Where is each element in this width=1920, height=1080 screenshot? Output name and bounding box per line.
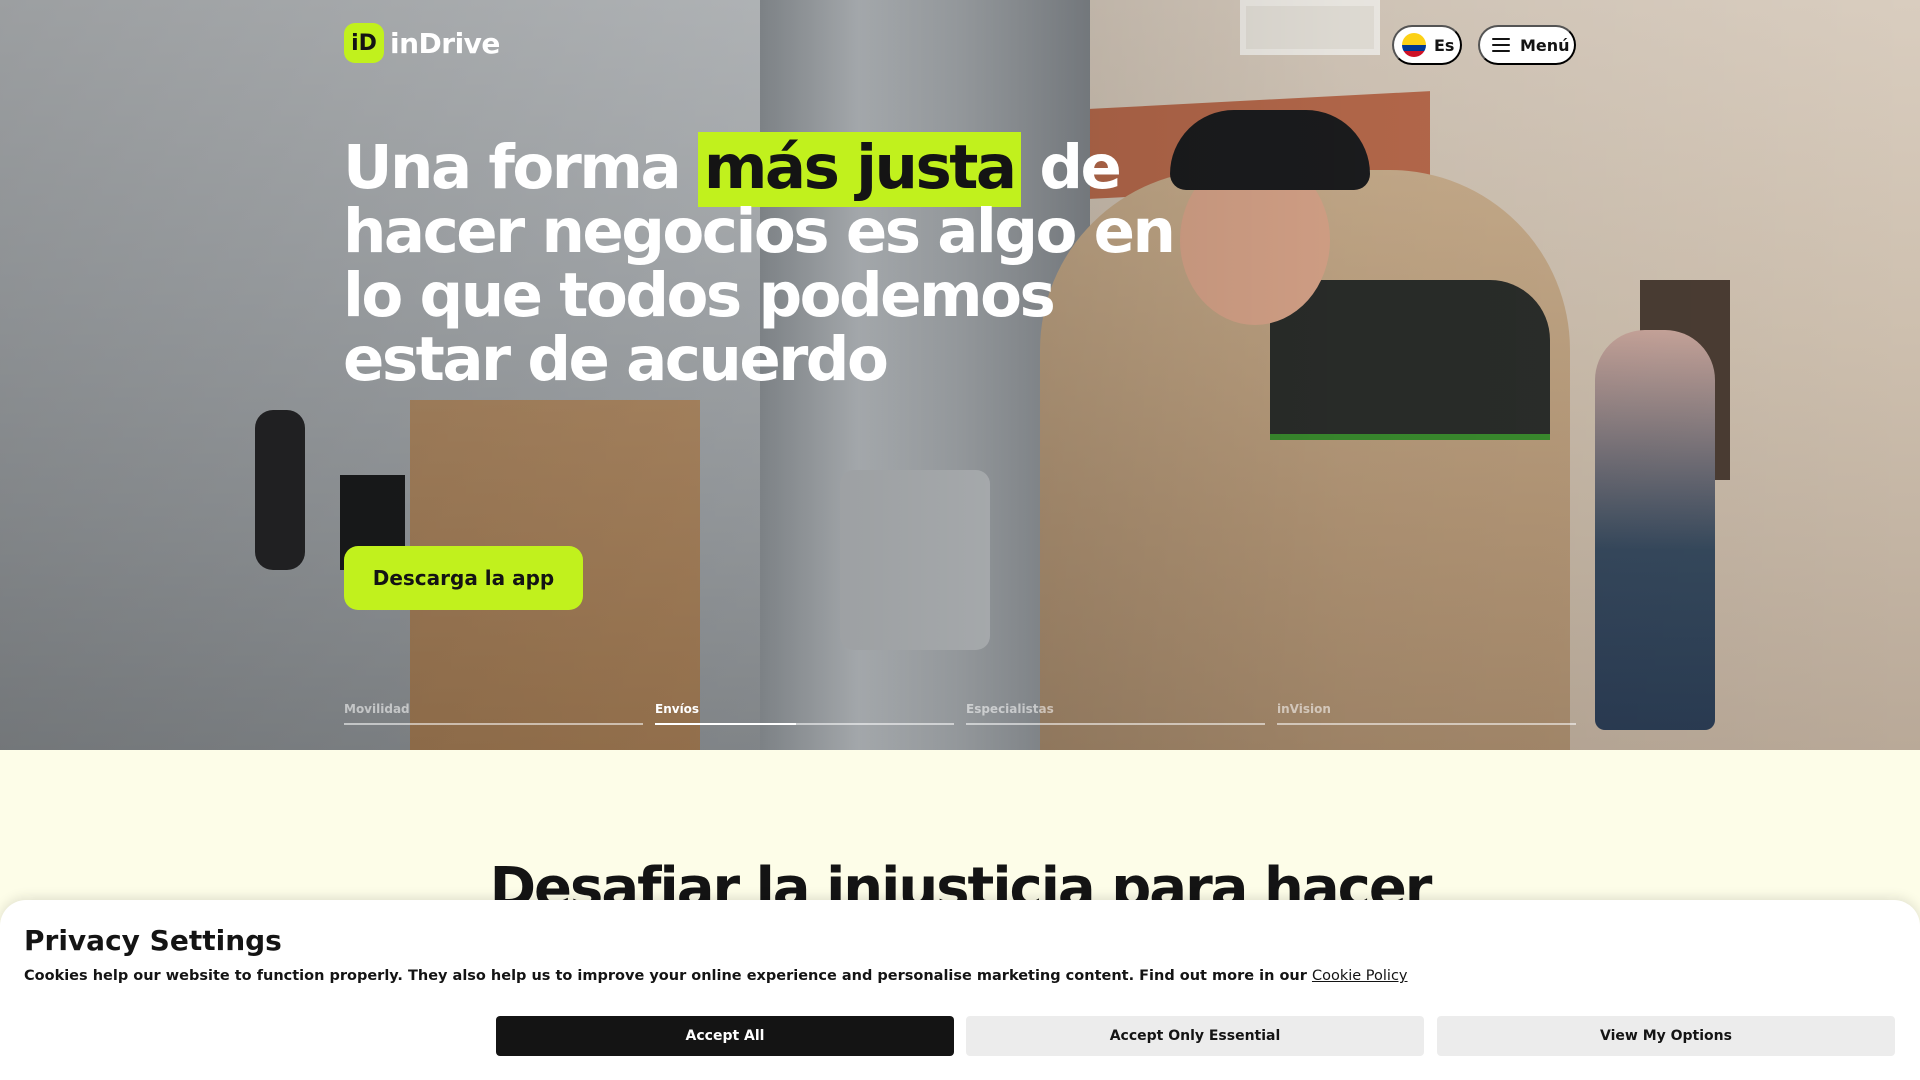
logo-mark: iD (344, 23, 384, 63)
cookie-banner-text: Cookies help our website to function pro… (24, 968, 1408, 984)
language-label: Es (1434, 35, 1455, 55)
headline-text-start: Una forma (343, 132, 698, 203)
tab-invision[interactable]: inVision (1277, 698, 1576, 728)
tab-progress-track (1277, 723, 1576, 725)
cookie-banner-body: Cookies help our website to function pro… (24, 968, 1312, 984)
indrive-logo[interactable]: iD inDrive (344, 23, 500, 63)
accept-essential-button[interactable]: Accept Only Essential (966, 1016, 1424, 1056)
cookie-banner: Privacy Settings Cookies help our websit… (0, 900, 1920, 1080)
colombia-flag-icon (1402, 33, 1426, 57)
menu-label: Menú (1520, 35, 1570, 55)
menu-button[interactable]: Menú (1478, 25, 1576, 65)
tab-label: Envíos (655, 702, 700, 716)
view-options-button[interactable]: View My Options (1437, 1016, 1895, 1056)
tab-especialistas[interactable]: Especialistas (966, 698, 1265, 728)
tab-progress-track (966, 723, 1265, 725)
tab-progress-fill (655, 723, 796, 725)
download-app-button[interactable]: Descarga la app (344, 546, 583, 610)
tab-progress-track (344, 723, 643, 725)
tab-envios[interactable]: Envíos (655, 698, 954, 728)
accept-all-button[interactable]: Accept All (496, 1016, 954, 1056)
hero-headline: Una forma más justa de hacer negocios es… (343, 132, 1223, 392)
tab-label: Movilidad (344, 702, 410, 716)
language-selector-button[interactable]: Es (1392, 25, 1462, 65)
hamburger-icon (1492, 38, 1510, 52)
cookie-banner-title: Privacy Settings (24, 924, 282, 957)
tab-progress-track (655, 723, 954, 725)
tab-label: Especialistas (966, 702, 1054, 716)
tab-label: inVision (1277, 702, 1331, 716)
tab-movilidad[interactable]: Movilidad (344, 698, 643, 728)
logo-text: inDrive (390, 26, 500, 60)
cookie-policy-link[interactable]: Cookie Policy (1312, 968, 1408, 984)
